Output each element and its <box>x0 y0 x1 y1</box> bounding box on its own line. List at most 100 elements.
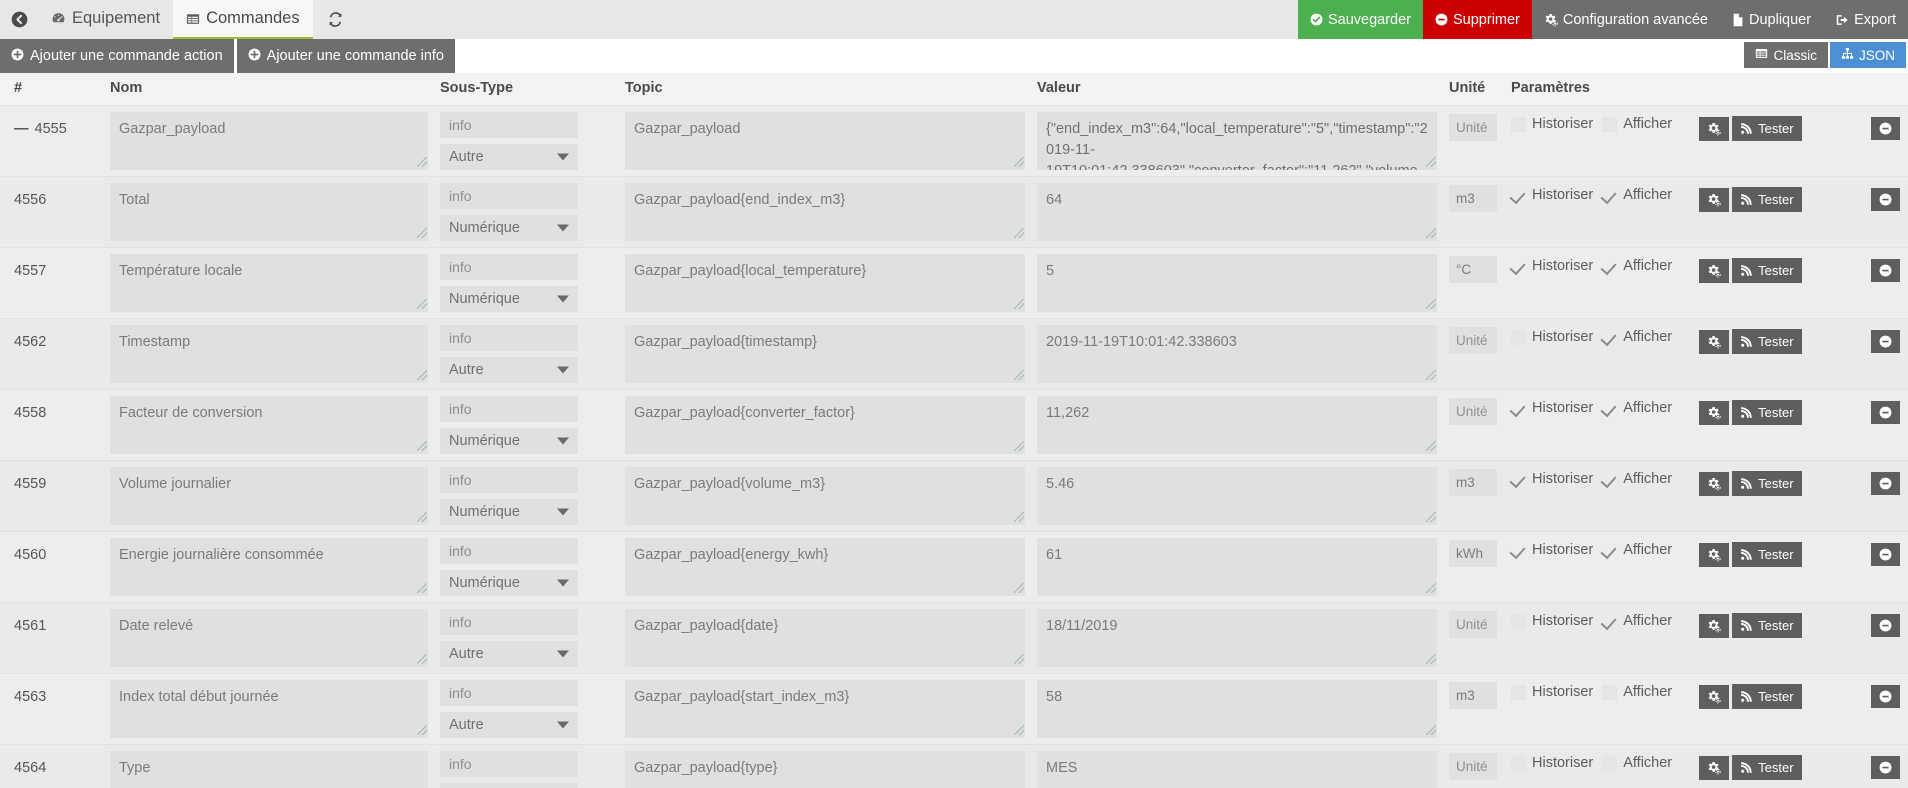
name-input[interactable]: Facteur de conversion <box>110 396 428 454</box>
unit-input[interactable]: Unité <box>1449 753 1497 780</box>
configure-command-button[interactable] <box>1699 258 1730 283</box>
subtype-select[interactable]: Autre <box>440 357 578 383</box>
configure-command-button[interactable] <box>1699 116 1730 141</box>
configure-command-button[interactable] <box>1699 684 1730 709</box>
configure-command-button[interactable] <box>1699 400 1730 425</box>
historiser-checkbox[interactable]: Historiser <box>1511 471 1593 487</box>
topic-input[interactable]: Gazpar_payload{converter_factor} <box>625 396 1025 454</box>
subtype-select[interactable]: Numérique <box>440 215 578 241</box>
afficher-checkbox[interactable]: Afficher <box>1602 400 1672 416</box>
topic-input[interactable]: Gazpar_payload{start_index_m3} <box>625 680 1025 738</box>
unit-input[interactable]: Unité <box>1449 398 1497 425</box>
duplicate-button[interactable]: Dupliquer <box>1720 0 1824 39</box>
unit-input[interactable]: Unité <box>1449 327 1497 354</box>
add-action-command-button[interactable]: Ajouter une commande action <box>0 39 234 73</box>
test-command-button[interactable]: Tester <box>1732 471 1802 496</box>
afficher-checkbox[interactable]: Afficher <box>1602 755 1672 771</box>
test-command-button[interactable]: Tester <box>1732 329 1802 354</box>
afficher-checkbox[interactable]: Afficher <box>1602 258 1672 274</box>
value-input[interactable]: 61 <box>1037 538 1437 596</box>
topic-input[interactable]: Gazpar_payload{timestamp} <box>625 325 1025 383</box>
refresh-button[interactable] <box>313 0 358 39</box>
value-input[interactable]: {"end_index_m3":64,"local_temperature":"… <box>1037 112 1437 170</box>
afficher-checkbox[interactable]: Afficher <box>1602 684 1672 700</box>
test-command-button[interactable]: Tester <box>1732 542 1802 567</box>
test-command-button[interactable]: Tester <box>1732 187 1802 212</box>
afficher-checkbox[interactable]: Afficher <box>1602 187 1672 203</box>
remove-command-button[interactable] <box>1870 117 1900 140</box>
topic-input[interactable]: Gazpar_payload{local_temperature} <box>625 254 1025 312</box>
name-input[interactable]: Index total début journée <box>110 680 428 738</box>
name-input[interactable]: Gazpar_payload <box>110 112 428 170</box>
afficher-checkbox[interactable]: Afficher <box>1602 471 1672 487</box>
configure-command-button[interactable] <box>1699 542 1730 567</box>
historiser-checkbox[interactable]: Historiser <box>1511 542 1593 558</box>
historiser-checkbox[interactable]: Historiser <box>1511 684 1593 700</box>
test-command-button[interactable]: Tester <box>1732 400 1802 425</box>
test-command-button[interactable]: Tester <box>1732 116 1802 141</box>
configure-command-button[interactable] <box>1699 755 1730 780</box>
historiser-checkbox[interactable]: Historiser <box>1511 400 1593 416</box>
tab-equipement[interactable]: Equipement <box>38 0 173 39</box>
topic-input[interactable]: Gazpar_payload{end_index_m3} <box>625 183 1025 241</box>
subtype-select[interactable]: Autre <box>440 144 578 170</box>
test-command-button[interactable]: Tester <box>1732 613 1802 638</box>
name-input[interactable]: Température locale <box>110 254 428 312</box>
historiser-checkbox[interactable]: Historiser <box>1511 329 1593 345</box>
remove-command-button[interactable] <box>1870 614 1900 637</box>
unit-input[interactable]: Unité <box>1449 114 1497 141</box>
back-button[interactable] <box>0 0 38 39</box>
view-mode-classic-button[interactable]: Classic <box>1744 42 1828 68</box>
remove-command-button[interactable] <box>1870 188 1900 211</box>
unit-input[interactable]: m3 <box>1449 469 1497 496</box>
topic-input[interactable]: Gazpar_payload <box>625 112 1025 170</box>
name-input[interactable]: Date relevé <box>110 609 428 667</box>
value-input[interactable]: 64 <box>1037 183 1437 241</box>
name-input[interactable]: Type <box>110 751 428 788</box>
value-input[interactable]: 2019-11-19T10:01:42.338603 <box>1037 325 1437 383</box>
value-input[interactable]: 58 <box>1037 680 1437 738</box>
unit-input[interactable]: Unité <box>1449 611 1497 638</box>
subtype-select[interactable]: Autre <box>440 641 578 667</box>
advanced-config-button[interactable]: Configuration avancée <box>1531 0 1720 39</box>
view-mode-json-button[interactable]: JSON <box>1829 42 1906 68</box>
test-command-button[interactable]: Tester <box>1732 755 1802 780</box>
historiser-checkbox[interactable]: Historiser <box>1511 755 1593 771</box>
value-input[interactable]: 11,262 <box>1037 396 1437 454</box>
topic-input[interactable]: Gazpar_payload{type} <box>625 751 1025 788</box>
name-input[interactable]: Timestamp <box>110 325 428 383</box>
collapse-toggle-icon[interactable]: — <box>14 121 29 137</box>
remove-command-button[interactable] <box>1870 259 1900 282</box>
afficher-checkbox[interactable]: Afficher <box>1602 329 1672 345</box>
delete-button[interactable]: Supprimer <box>1423 0 1532 39</box>
historiser-checkbox[interactable]: Historiser <box>1511 116 1593 132</box>
name-input[interactable]: Energie journalière consommée <box>110 538 428 596</box>
afficher-checkbox[interactable]: Afficher <box>1602 613 1672 629</box>
test-command-button[interactable]: Tester <box>1732 684 1802 709</box>
topic-input[interactable]: Gazpar_payload{energy_kwh} <box>625 538 1025 596</box>
subtype-select[interactable]: Numérique <box>440 499 578 525</box>
topic-input[interactable]: Gazpar_payload{date} <box>625 609 1025 667</box>
subtype-select[interactable]: Numérique <box>440 428 578 454</box>
name-input[interactable]: Volume journalier <box>110 467 428 525</box>
save-button[interactable]: Sauvegarder <box>1297 0 1423 39</box>
subtype-select[interactable]: Numérique <box>440 570 578 596</box>
unit-input[interactable]: m3 <box>1449 682 1497 709</box>
value-input[interactable]: 5 <box>1037 254 1437 312</box>
configure-command-button[interactable] <box>1699 329 1730 354</box>
historiser-checkbox[interactable]: Historiser <box>1511 613 1593 629</box>
subtype-select[interactable]: Autre <box>440 712 578 738</box>
subtype-select[interactable]: Numérique <box>440 286 578 312</box>
topic-input[interactable]: Gazpar_payload{volume_m3} <box>625 467 1025 525</box>
add-info-command-button[interactable]: Ajouter une commande info <box>236 39 455 73</box>
tab-commandes[interactable]: Commandes <box>173 0 313 39</box>
remove-command-button[interactable] <box>1870 401 1900 424</box>
configure-command-button[interactable] <box>1699 471 1730 496</box>
configure-command-button[interactable] <box>1699 613 1730 638</box>
value-input[interactable]: 5.46 <box>1037 467 1437 525</box>
unit-input[interactable]: kWh <box>1449 540 1497 567</box>
afficher-checkbox[interactable]: Afficher <box>1602 542 1672 558</box>
remove-command-button[interactable] <box>1870 685 1900 708</box>
remove-command-button[interactable] <box>1870 330 1900 353</box>
historiser-checkbox[interactable]: Historiser <box>1511 258 1593 274</box>
